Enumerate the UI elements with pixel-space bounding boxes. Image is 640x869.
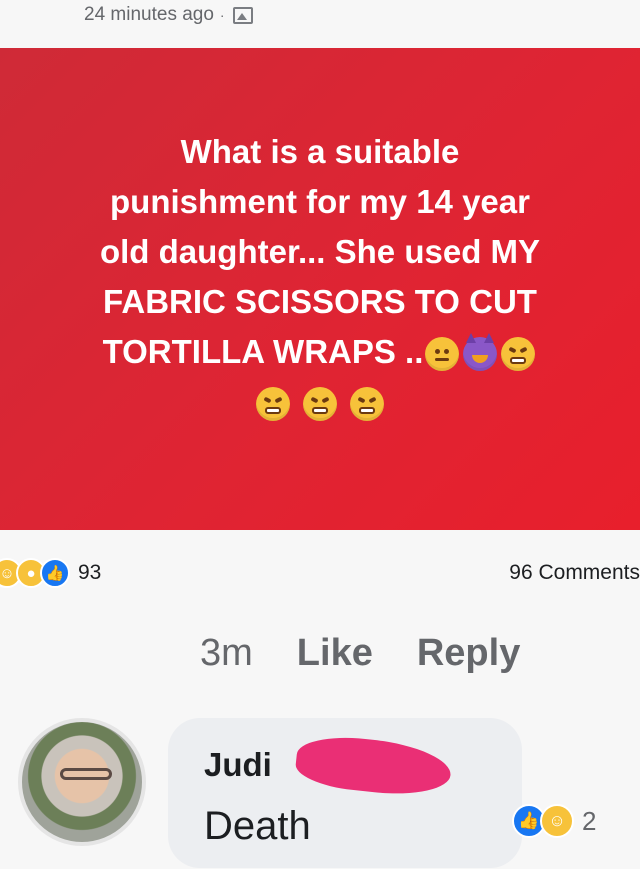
reply-button[interactable]: Reply <box>417 632 520 675</box>
haha-icon: ☺ <box>540 804 574 838</box>
emoji-row <box>25 377 615 427</box>
angry-face-emoji-icon <box>255 387 290 422</box>
like-button[interactable]: Like <box>297 632 373 675</box>
meta-separator: · <box>219 7 225 23</box>
commenter-name[interactable]: Judi <box>204 746 272 784</box>
comment-bubble: Judi Death <box>168 718 522 868</box>
post-text-line: TORTILLA WRAPS .. <box>102 333 424 370</box>
post-text-line: FABRIC SCISSORS TO CUT <box>103 283 537 320</box>
comment-text: Death <box>204 804 311 848</box>
post-meta: 24 minutes ago · <box>84 0 253 30</box>
comment: Judi Death 👍 ☺ 2 <box>18 718 638 868</box>
post-text: What is a suitable punishment for my 14 … <box>25 127 615 427</box>
post-timestamp[interactable]: 24 minutes ago <box>84 4 214 26</box>
angry-face-emoji-icon <box>303 387 337 422</box>
post-text-line: punishment for my 14 year <box>110 183 530 220</box>
angry-face-emoji-icon <box>501 337 536 372</box>
avatar-glasses <box>60 768 112 780</box>
post-text-line-with-emoji: TORTILLA WRAPS .. <box>25 327 615 377</box>
comment-reactions[interactable]: 👍 ☺ 2 <box>512 804 596 838</box>
comment-reaction-count: 2 <box>582 805 597 836</box>
devil-emoji-icon <box>463 333 498 372</box>
like-icon: 👍 <box>40 558 70 588</box>
avatar[interactable] <box>18 718 146 846</box>
post-text-line: old daughter... She used MY <box>99 233 541 270</box>
redaction-scribble <box>293 732 454 800</box>
comment-action-row: 3m Like Reply <box>200 628 520 678</box>
post-text-card: What is a suitable punishment for my 14 … <box>0 48 640 530</box>
comments-count-link[interactable]: 96 Comments <box>509 561 640 585</box>
reaction-summary[interactable]: ☺ ● 👍 93 <box>0 558 101 588</box>
post-text-line: What is a suitable <box>180 133 460 170</box>
angry-face-emoji-icon <box>350 387 385 422</box>
neutral-face-emoji-icon <box>425 337 460 372</box>
reaction-count: 93 <box>78 561 102 584</box>
photo-icon <box>232 6 253 24</box>
comment-time: 3m <box>200 631 253 674</box>
reactions-bar: ☺ ● 👍 93 96 Comments <box>0 548 640 598</box>
